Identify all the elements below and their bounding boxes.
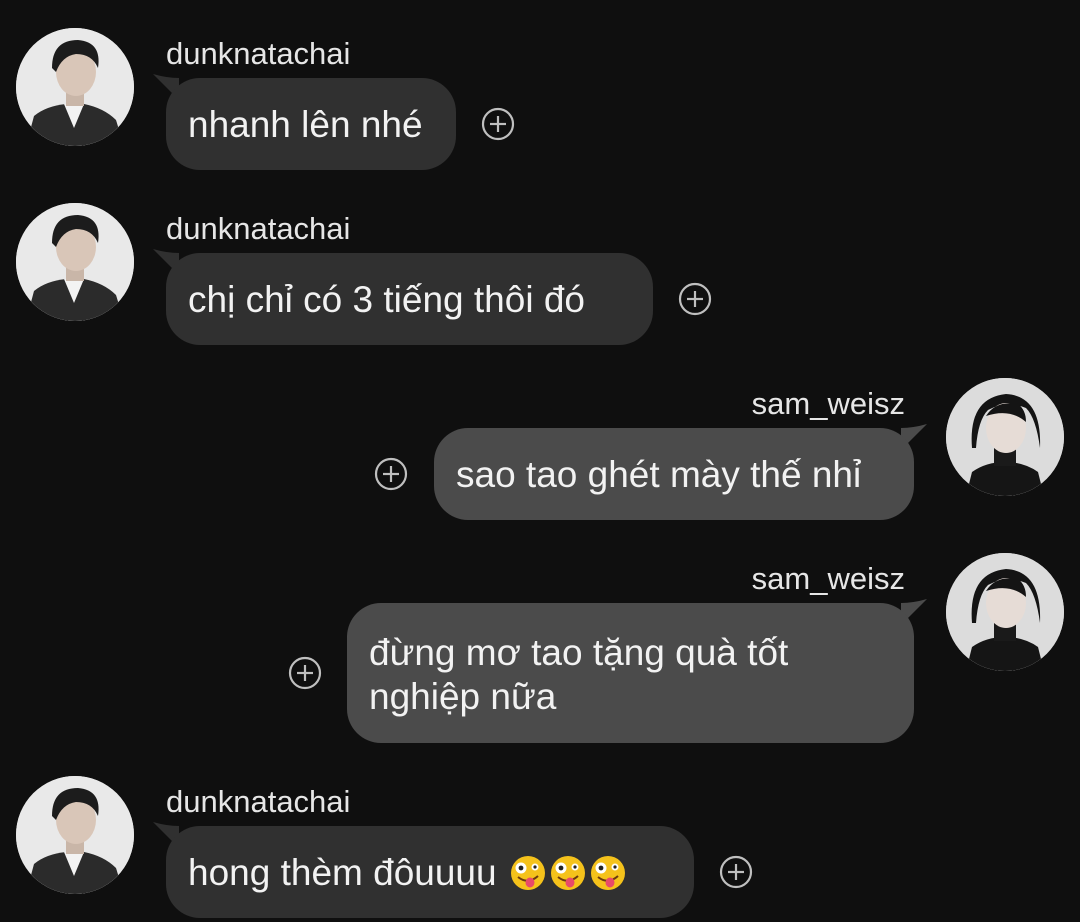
- sender-name: sam_weisz: [751, 386, 905, 421]
- avatar[interactable]: [16, 203, 134, 321]
- message-bubble[interactable]: nhanh lên nhé: [166, 78, 456, 170]
- zany-face-emoji-icon: [590, 856, 625, 890]
- message-bubble[interactable]: hong thèm đôuuuu: [166, 826, 694, 918]
- add-reaction-icon[interactable]: [719, 855, 753, 889]
- message-text: hong thèm đôuuuu: [188, 852, 497, 893]
- message-bubble[interactable]: đừng mơ tao tặng quà tốt nghiệp nữa: [347, 603, 914, 743]
- sender-name: sam_weisz: [751, 561, 905, 596]
- zany-face-emoji-icon: [510, 856, 545, 890]
- add-reaction-icon[interactable]: [374, 457, 408, 491]
- avatar-female-icon: [946, 553, 1064, 671]
- avatar-male-icon: [16, 776, 134, 894]
- add-reaction-icon[interactable]: [678, 282, 712, 316]
- message-bubble[interactable]: chị chỉ có 3 tiếng thôi đó: [166, 253, 653, 345]
- chat-thread: dunknatachai nhanh lên nhé dunknatachai: [0, 0, 1080, 922]
- avatar-male-icon: [16, 203, 134, 321]
- avatar[interactable]: [16, 28, 134, 146]
- avatar[interactable]: [16, 776, 134, 894]
- add-reaction-icon[interactable]: [481, 107, 515, 141]
- avatar[interactable]: [946, 378, 1064, 496]
- message-bubble[interactable]: sao tao ghét mày thế nhỉ: [434, 428, 914, 520]
- sender-name: dunknatachai: [166, 784, 351, 819]
- add-reaction-icon[interactable]: [288, 656, 322, 690]
- zany-face-emoji-icon: [550, 856, 585, 890]
- avatar-female-icon: [946, 378, 1064, 496]
- avatar[interactable]: [946, 553, 1064, 671]
- sender-name: dunknatachai: [166, 211, 351, 246]
- sender-name: dunknatachai: [166, 36, 351, 71]
- avatar-male-icon: [16, 28, 134, 146]
